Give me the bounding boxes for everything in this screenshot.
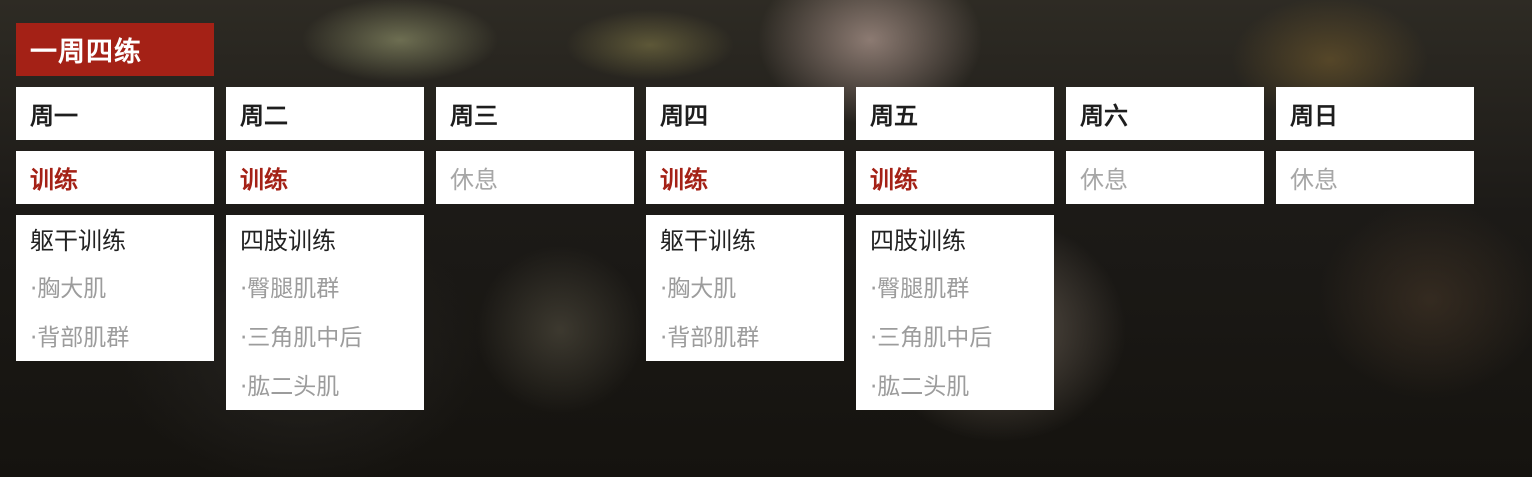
day-label: 周日 xyxy=(1290,102,1338,130)
day-header-cell: 周二 xyxy=(226,87,424,140)
rest-status-label: 休息 xyxy=(1290,166,1338,194)
workout-detail-card: 躯干训练 ·胸大肌 ·背部肌群 xyxy=(16,215,214,361)
training-status-label: 训练 xyxy=(870,166,918,194)
day-status-cell: 训练 xyxy=(226,151,424,204)
workout-detail-card: 四肢训练 ·臀腿肌群 ·三角肌中后 ·肱二头肌 xyxy=(226,215,424,410)
day-label: 周四 xyxy=(660,102,708,130)
day-header-cell: 周六 xyxy=(1066,87,1264,140)
training-status-label: 训练 xyxy=(30,166,78,194)
day-header-cell: 周日 xyxy=(1276,87,1474,140)
training-status-label: 训练 xyxy=(660,166,708,194)
workout-type-title: 躯干训练 xyxy=(30,227,126,255)
schedule-title-banner: 一周四练 xyxy=(16,23,214,76)
workout-detail-card: 四肢训练 ·臀腿肌群 ·三角肌中后 ·肱二头肌 xyxy=(856,215,1054,410)
workout-type-title: 四肢训练 xyxy=(240,227,336,255)
muscle-group-item: ·三角肌中后 xyxy=(240,325,363,351)
muscle-group-item: ·肱二头肌 xyxy=(870,374,970,400)
day-status-cell: 训练 xyxy=(856,151,1054,204)
day-header-cell: 周一 xyxy=(16,87,214,140)
workout-detail-card: 躯干训练 ·胸大肌 ·背部肌群 xyxy=(646,215,844,361)
day-status-cell: 训练 xyxy=(646,151,844,204)
muscle-group-item: ·背部肌群 xyxy=(30,325,130,351)
schedule-title: 一周四练 xyxy=(30,37,142,68)
workout-type-title: 四肢训练 xyxy=(870,227,966,255)
muscle-group-item: ·胸大肌 xyxy=(660,276,737,302)
muscle-group-item: ·背部肌群 xyxy=(660,325,760,351)
muscle-group-item: ·三角肌中后 xyxy=(870,325,993,351)
day-status-cell: 训练 xyxy=(16,151,214,204)
day-label: 周五 xyxy=(870,102,918,130)
muscle-group-item: ·臀腿肌群 xyxy=(870,276,970,302)
day-label: 周六 xyxy=(1080,102,1128,130)
day-header-cell: 周三 xyxy=(436,87,634,140)
rest-status-label: 休息 xyxy=(1080,166,1128,194)
day-label: 周三 xyxy=(450,102,498,130)
day-header-cell: 周四 xyxy=(646,87,844,140)
day-status-cell: 休息 xyxy=(1066,151,1264,204)
workout-type-title: 躯干训练 xyxy=(660,227,756,255)
rest-status-label: 休息 xyxy=(450,166,498,194)
day-status-cell: 休息 xyxy=(1276,151,1474,204)
day-label: 周二 xyxy=(240,102,288,130)
day-header-cell: 周五 xyxy=(856,87,1054,140)
muscle-group-item: ·臀腿肌群 xyxy=(240,276,340,302)
day-status-cell: 休息 xyxy=(436,151,634,204)
muscle-group-item: ·胸大肌 xyxy=(30,276,107,302)
training-status-label: 训练 xyxy=(240,166,288,194)
day-label: 周一 xyxy=(30,102,78,130)
muscle-group-item: ·肱二头肌 xyxy=(240,374,340,400)
